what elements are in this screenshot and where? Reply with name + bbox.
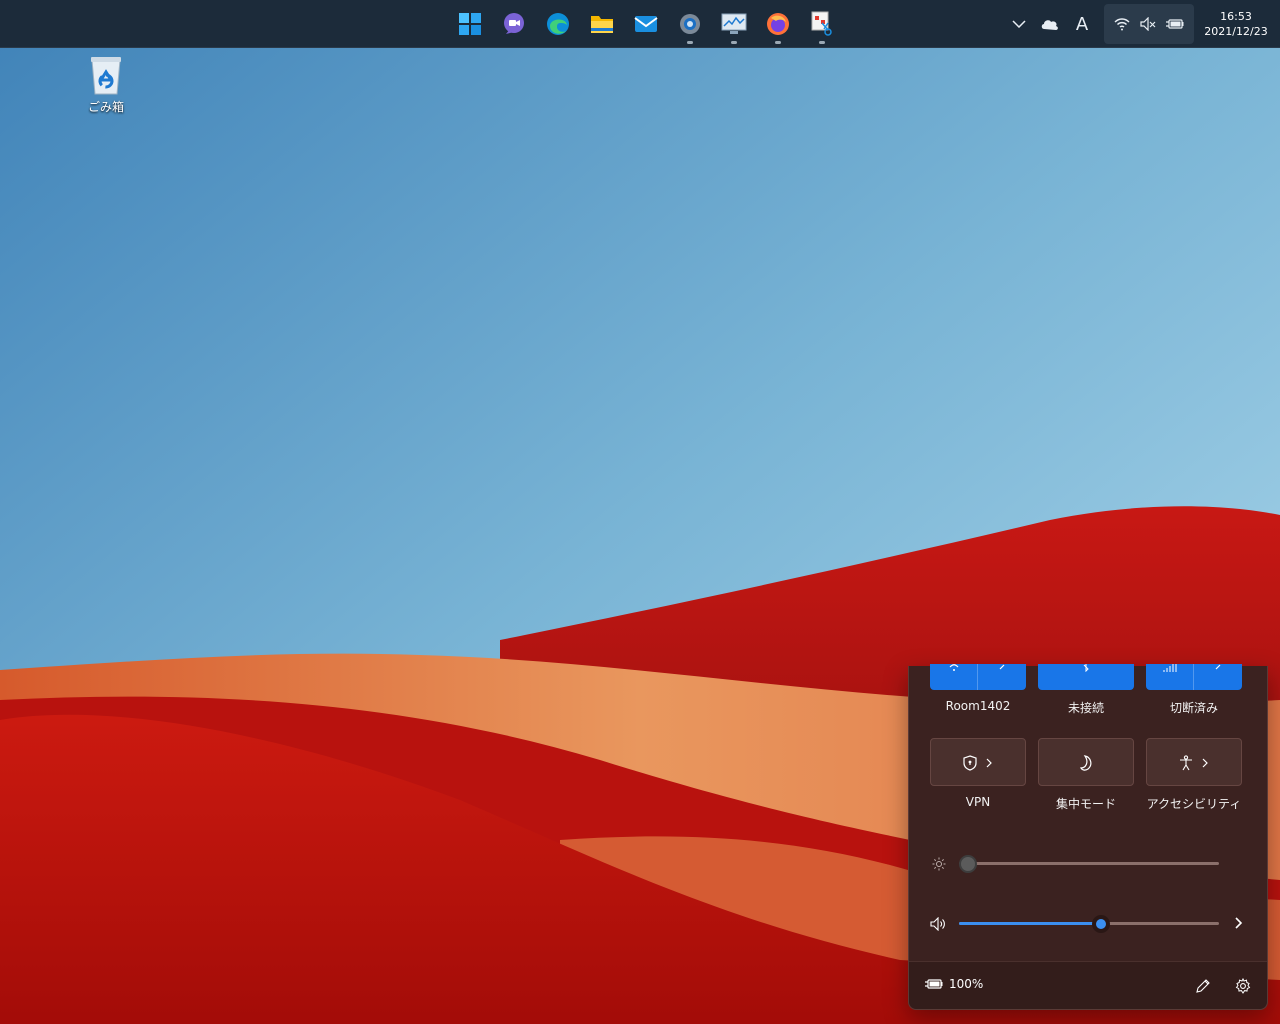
file-explorer-button[interactable] <box>580 0 624 48</box>
brightness-track <box>959 862 1219 865</box>
mail-button[interactable] <box>624 0 668 48</box>
taskbar-pinned-apps <box>448 0 844 48</box>
chat-button[interactable] <box>492 0 536 48</box>
snipping-tool-button[interactable] <box>800 0 844 48</box>
quick-settings-footer: 100% <box>909 961 1267 1009</box>
onedrive-tray-button[interactable] <box>1034 0 1066 48</box>
accessibility-tile[interactable] <box>1146 738 1242 786</box>
chevron-right-icon[interactable] <box>1235 917 1243 929</box>
moon-icon <box>1080 755 1092 771</box>
settings-button[interactable] <box>668 0 712 48</box>
focus-mode-tile-label: 集中モード <box>1055 797 1116 811</box>
edge-icon <box>547 13 569 35</box>
performance-monitor-button[interactable] <box>712 0 756 48</box>
edge-button[interactable] <box>536 0 580 48</box>
wifi-tile[interactable] <box>930 664 1026 690</box>
file-explorer-icon <box>591 16 613 33</box>
recycle-bin[interactable]: ごみ箱 <box>80 54 132 115</box>
volume-slider[interactable] <box>959 914 1219 934</box>
show-hidden-icons-button[interactable] <box>1004 0 1034 48</box>
wifi-icon <box>1114 18 1130 31</box>
running-indicator <box>775 41 781 44</box>
start-button[interactable] <box>448 0 492 48</box>
firefox-icon <box>767 13 789 35</box>
volume-muted-icon <box>1140 17 1156 31</box>
brightness-slider[interactable] <box>959 854 1219 874</box>
cellular-tile[interactable] <box>1146 664 1242 690</box>
vpn-tile-label: VPN <box>965 795 991 809</box>
cloud-sync-icon <box>1041 20 1058 30</box>
clock-time: 16:53 <box>1220 10 1252 23</box>
edit-pencil-icon[interactable] <box>1195 978 1211 994</box>
chevron-right-icon <box>1202 758 1208 768</box>
quick-settings-button[interactable] <box>1104 4 1194 44</box>
recycle-bin-icon <box>91 57 121 95</box>
bluetooth-tile-label: 未接続 <box>1067 701 1104 715</box>
focus-mode-tile[interactable] <box>1038 738 1134 786</box>
tile-divider <box>977 664 978 690</box>
chevron-right-icon <box>986 758 992 768</box>
accessibility-tile-label: アクセシビリティ <box>1146 797 1242 811</box>
volume-fill <box>959 922 1102 925</box>
brightness-thumb[interactable] <box>959 855 977 873</box>
volume-thumb[interactable] <box>1092 915 1111 933</box>
chat-icon <box>504 13 524 34</box>
clock[interactable]: 16:53 2021/12/23 <box>1200 9 1272 39</box>
recycle-bin-label: ごみ箱 <box>87 100 124 114</box>
battery-status[interactable]: 100% <box>925 977 983 991</box>
bluetooth-icon <box>1083 664 1089 672</box>
volume-icon[interactable] <box>930 917 946 931</box>
cellular-icon <box>1163 664 1177 672</box>
snipping-tool-icon <box>811 11 832 36</box>
battery-percentage: 100% <box>949 977 984 991</box>
mail-icon <box>634 16 658 32</box>
ime-indicator[interactable]: A <box>1066 0 1098 48</box>
wifi-tile-label: Room1402 <box>945 699 1011 713</box>
gear-icon[interactable] <box>1235 978 1251 994</box>
chevron-down-icon <box>1012 20 1026 28</box>
accessibility-icon <box>1180 755 1192 771</box>
settings-icon <box>680 14 700 34</box>
tile-divider <box>1193 664 1194 690</box>
system-tray: A 16:53 2021/12/23 <box>1004 0 1280 48</box>
clock-date: 2021/12/23 <box>1204 25 1268 38</box>
start-icon <box>459 13 481 35</box>
running-indicator <box>819 41 825 44</box>
cellular-tile-label: 切断済み <box>1169 701 1218 715</box>
brightness-icon <box>932 857 946 871</box>
quick-settings-panel: Room1402 未接続 切断済み VPN 集中モード アクセシビリティ 100… <box>908 664 1268 1010</box>
firefox-button[interactable] <box>756 0 800 48</box>
running-indicator <box>731 41 737 44</box>
battery-charging-icon <box>1166 19 1184 29</box>
chevron-right-icon[interactable] <box>998 664 1006 672</box>
battery-charging-icon <box>925 979 943 989</box>
taskbar: A 16:53 2021/12/23 <box>0 0 1280 48</box>
running-indicator <box>687 41 693 44</box>
performance-monitor-icon <box>721 13 747 34</box>
vpn-tile[interactable] <box>930 738 1026 786</box>
bluetooth-tile[interactable] <box>1038 664 1134 690</box>
shield-icon <box>963 755 977 771</box>
chevron-right-icon[interactable] <box>1214 664 1222 672</box>
wifi-icon <box>949 664 959 671</box>
